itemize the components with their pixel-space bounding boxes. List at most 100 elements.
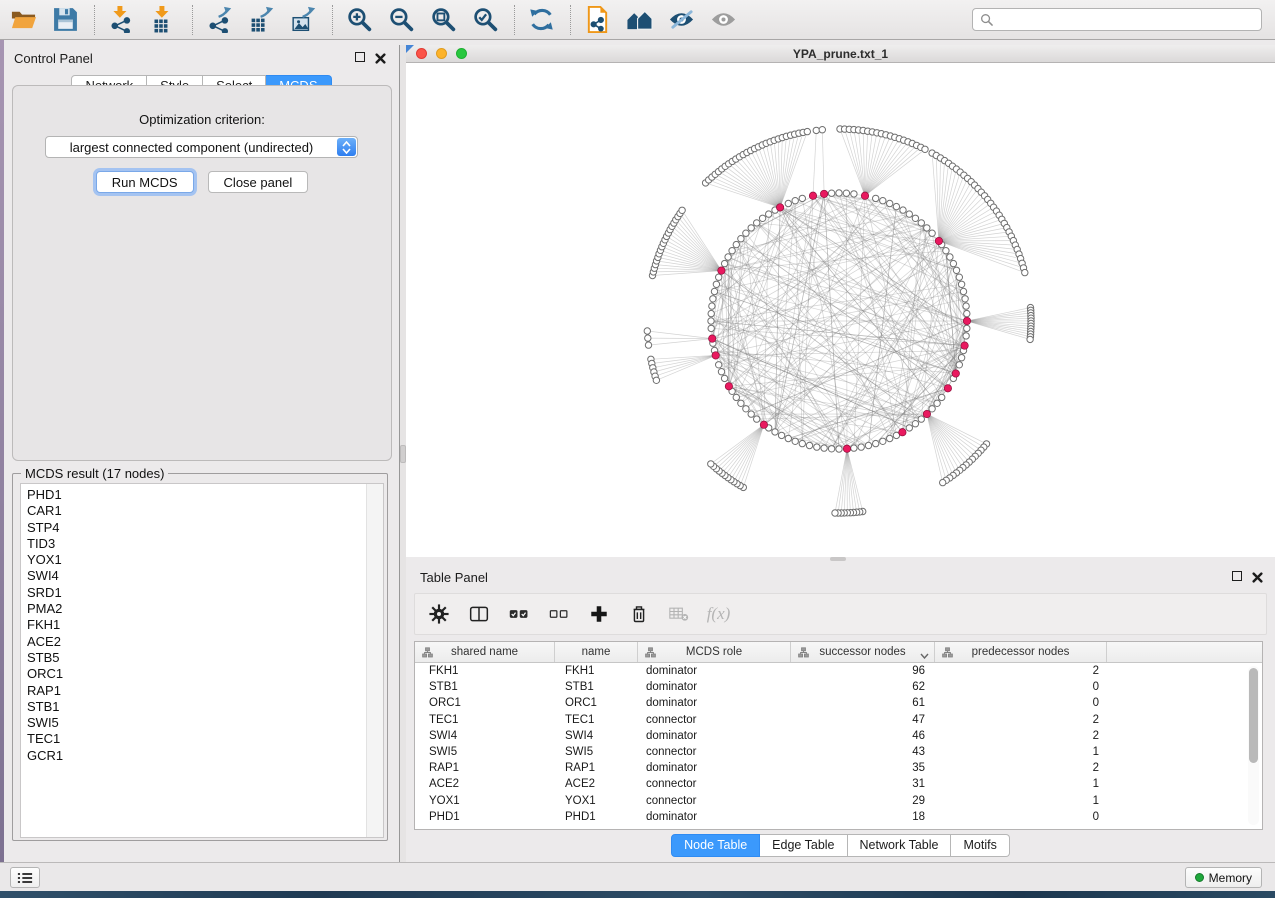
divider-grip-horizontal-icon[interactable] — [830, 557, 846, 561]
cell-successor-nodes: 31 — [791, 778, 935, 790]
toolbar-separator — [570, 5, 572, 35]
import-table-icon[interactable] — [148, 4, 178, 35]
table-row[interactable]: SWI4SWI4dominator462 — [415, 728, 1262, 744]
tab-edge-table[interactable]: Edge Table — [760, 834, 847, 857]
cell-shared-name: FKH1 — [415, 665, 555, 677]
table-row[interactable]: YOX1YOX1connector291 — [415, 793, 1262, 809]
table-panel-header: Table Panel — [420, 569, 1263, 585]
float-panel-icon[interactable] — [355, 52, 365, 62]
control-panel-close-icon[interactable] — [375, 51, 386, 62]
network-canvas[interactable] — [406, 63, 1275, 557]
mcds-result-item[interactable]: RAP1 — [27, 683, 383, 699]
column-label: successor nodes — [819, 646, 905, 658]
save-icon[interactable] — [50, 4, 80, 35]
zoom-fit-icon[interactable] — [428, 4, 458, 35]
column-header-name[interactable]: name — [555, 642, 638, 662]
zoom-selected-icon[interactable] — [470, 4, 500, 35]
cell-shared-name: PHD1 — [415, 811, 555, 823]
cell-name: ORC1 — [555, 697, 638, 709]
cell-successor-nodes: 18 — [791, 811, 935, 823]
split-panel-icon[interactable] — [468, 604, 489, 625]
mcds-result-item[interactable]: CAR1 — [27, 503, 383, 519]
run-mcds-button[interactable]: Run MCDS — [96, 171, 194, 193]
network-window-title: YPA_prune.txt_1 — [406, 47, 1275, 61]
column-header-mcds-role[interactable]: MCDS role — [638, 642, 791, 662]
mcds-result-item[interactable]: GCR1 — [27, 748, 383, 764]
mcds-result-item[interactable]: PMA2 — [27, 601, 383, 617]
column-header-predecessor-nodes[interactable]: predecessor nodes — [935, 642, 1107, 662]
gear-icon[interactable] — [428, 604, 449, 625]
mcds-result-item[interactable]: TEC1 — [27, 731, 383, 747]
column-label: shared name — [451, 646, 518, 658]
tab-network-table[interactable]: Network Table — [848, 834, 952, 857]
mcds-result-item[interactable]: ORC1 — [27, 666, 383, 682]
refresh-icon[interactable] — [526, 4, 556, 35]
mcds-result-item[interactable]: FKH1 — [27, 617, 383, 633]
cell-mcds-role: dominator — [638, 665, 791, 677]
mcds-result-item[interactable]: SWI5 — [27, 715, 383, 731]
zoom-in-icon[interactable] — [344, 4, 374, 35]
table-row[interactable]: ACE2ACE2connector311 — [415, 776, 1262, 792]
select-all-icon[interactable] — [508, 604, 529, 625]
table-scrollbar-track[interactable] — [1248, 666, 1259, 825]
table-scrollbar-thumb[interactable] — [1249, 668, 1258, 763]
close-panel-button[interactable]: Close panel — [208, 171, 309, 193]
mcds-result-item[interactable]: STB5 — [27, 650, 383, 666]
optimization-criterion-label: Optimization criterion: — [13, 112, 391, 127]
add-column-icon[interactable] — [588, 604, 609, 625]
mcds-result-item[interactable]: SWI4 — [27, 568, 383, 584]
node-table: shared name nameMCDS role successor nodes p… — [414, 641, 1263, 830]
cell-successor-nodes: 96 — [791, 665, 935, 677]
optimization-criterion-select[interactable]: largest connected component (undirected) — [45, 136, 358, 158]
mcds-result-item[interactable]: STB1 — [27, 699, 383, 715]
tab-node-table[interactable]: Node Table — [671, 834, 760, 857]
open-folder-icon[interactable] — [8, 4, 38, 35]
mcds-result-item[interactable]: TID3 — [27, 536, 383, 552]
import-network-icon[interactable] — [106, 4, 136, 35]
cell-shared-name: ACE2 — [415, 778, 555, 790]
column-header-successor-nodes[interactable]: successor nodes — [791, 642, 935, 662]
app-window: Control Panel NetworkStyleSelectMCDS Opt… — [0, 0, 1275, 898]
cell-mcds-role: dominator — [638, 681, 791, 693]
mcds-result-item[interactable]: SRD1 — [27, 585, 383, 601]
mcds-result-item[interactable]: ACE2 — [27, 634, 383, 650]
new-network-from-selection-icon[interactable] — [582, 4, 612, 35]
mcds-result-item[interactable]: PHD1 — [27, 487, 383, 503]
table-row[interactable]: STB1STB1dominator620 — [415, 679, 1262, 695]
memory-button[interactable]: Memory — [1185, 867, 1262, 888]
table-row[interactable]: RAP1RAP1dominator352 — [415, 760, 1262, 776]
float-panel-icon[interactable] — [1232, 571, 1242, 581]
deselect-all-icon[interactable] — [548, 604, 569, 625]
table-row[interactable]: ORC1ORC1dominator610 — [415, 695, 1262, 711]
mcds-result-item[interactable]: STP4 — [27, 520, 383, 536]
table-row[interactable]: SWI5SWI5connector431 — [415, 744, 1262, 760]
cell-name: SWI5 — [555, 746, 638, 758]
cell-mcds-role: connector — [638, 714, 791, 726]
column-type-icon — [422, 647, 433, 658]
table-row[interactable]: TEC1TEC1connector472 — [415, 712, 1262, 728]
table-row[interactable]: PHD1PHD1dominator180 — [415, 809, 1262, 825]
tab-motifs[interactable]: Motifs — [951, 834, 1009, 857]
cell-predecessor-nodes: 2 — [935, 665, 1107, 677]
delete-columns-icon[interactable] — [628, 604, 649, 625]
export-image-icon[interactable] — [288, 4, 318, 35]
column-header-shared-name[interactable]: shared name — [415, 642, 555, 662]
table-row[interactable]: FKH1FKH1dominator962 — [415, 663, 1262, 679]
list-icon — [17, 871, 33, 885]
hide-selected-icon[interactable] — [666, 4, 696, 35]
zoom-out-icon[interactable] — [386, 4, 416, 35]
table-panel-close-icon[interactable] — [1252, 570, 1263, 581]
export-table-icon[interactable] — [246, 4, 276, 35]
cell-predecessor-nodes: 0 — [935, 811, 1107, 823]
export-network-icon[interactable] — [204, 4, 234, 35]
search-input[interactable] — [998, 10, 1261, 30]
mcds-scrollbar-track[interactable] — [366, 484, 383, 837]
cell-predecessor-nodes: 2 — [935, 730, 1107, 742]
network-window: YPA_prune.txt_1 — [406, 45, 1275, 557]
toolbar-separator — [94, 5, 96, 35]
control-panel-header: Control Panel — [14, 50, 389, 66]
mcds-result-item[interactable]: YOX1 — [27, 552, 383, 568]
panel-selector-button[interactable] — [10, 867, 40, 888]
cell-shared-name: TEC1 — [415, 714, 555, 726]
home-icon[interactable] — [624, 4, 654, 35]
